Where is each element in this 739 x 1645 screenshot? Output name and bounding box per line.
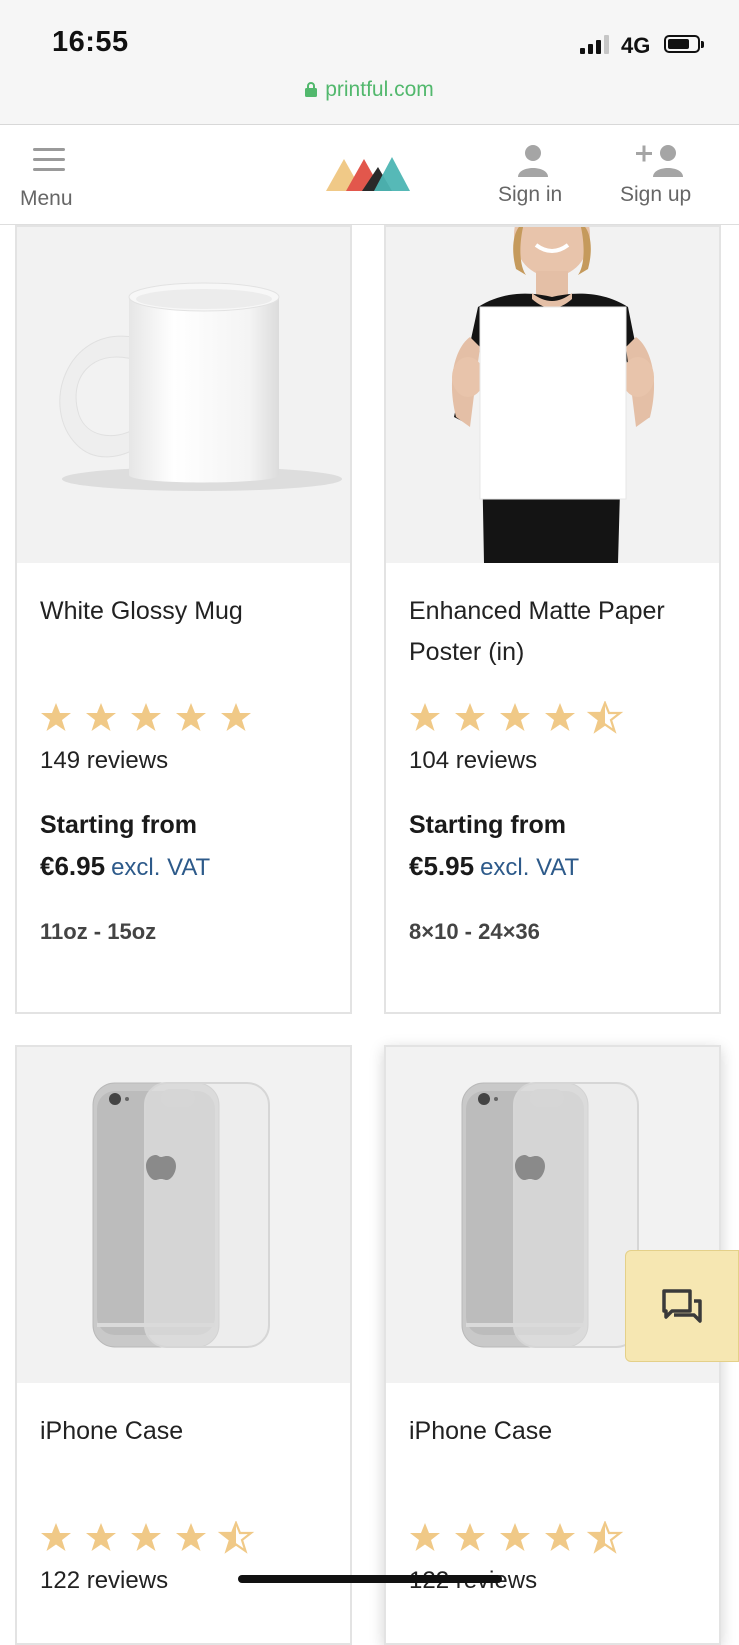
stars-svg [41,703,251,731]
size-range: 8×10 - 24×36 [409,919,540,944]
star-full-icon [455,1523,485,1551]
star-full-icon [221,703,251,731]
rating-stars [409,700,639,737]
review-count: 149 reviews [40,747,169,774]
star-full-icon [41,703,71,731]
network-type: 4G [621,33,651,58]
product-name[interactable]: Enhanced Matte Paper Poster (in) [409,591,689,673]
printful-logo[interactable] [326,153,410,193]
star-full-icon [545,703,575,731]
product-image-iphone-case [17,1047,350,1383]
stars-svg [41,1520,255,1554]
rating-stars [40,1520,270,1557]
url-bar[interactable]: printful.com [0,78,739,103]
star-full-icon [176,703,206,731]
chat-bubbles-icon [662,1289,704,1332]
product-image-mug [17,227,350,563]
browser-top-bar: 16:55 4G printful.com [0,0,739,125]
starting-from-label: Starting from [409,811,566,839]
user-icon [516,143,550,182]
product-name[interactable]: White Glossy Mug [40,591,320,632]
chat-button[interactable] [625,1250,739,1362]
site-header: Menu Sign in Sign up [0,125,739,225]
star-full-icon [41,1523,71,1551]
star-full-icon [131,1523,161,1551]
price: €6.95 excl. VAT [40,851,210,882]
product-card-poster[interactable]: Enhanced Matte Paper Poster (in) 104 rev… [384,225,721,1014]
hamburger-icon [33,148,65,172]
starting-from-label: Starting from [40,811,197,839]
sign-in-label: Sign in [498,183,563,206]
product-name[interactable]: iPhone Case [409,1411,689,1452]
product-card-mug[interactable]: White Glossy Mug 149 reviews Starting fr… [15,225,352,1014]
stars-svg [410,700,624,734]
status-time: 16:55 [52,26,129,58]
sign-up-button[interactable]: Sign up [616,143,706,215]
user-plus-icon [636,143,684,182]
star-full-icon [455,703,485,731]
product-name[interactable]: iPhone Case [40,1411,320,1452]
menu-label: Menu [20,187,73,210]
rating-stars [409,1520,639,1557]
star-full-icon [86,703,116,731]
vat-label: excl. VAT [111,854,211,881]
star-full-icon [500,1523,530,1551]
url-text: printful.com [325,78,434,101]
sign-in-button[interactable]: Sign in [498,143,578,215]
price: €5.95 excl. VAT [409,851,579,882]
menu-button[interactable]: Menu [20,145,80,215]
stars-svg [410,1520,624,1554]
battery-icon [664,35,704,53]
product-image-poster [386,227,719,563]
sign-up-label: Sign up [620,183,692,206]
price-value: €6.95 [40,851,106,881]
star-full-icon [545,1523,575,1551]
star-full-icon [86,1523,116,1551]
star-full-icon [410,703,440,731]
star-full-icon [500,703,530,731]
home-indicator [238,1575,502,1583]
review-count: 104 reviews [409,747,538,774]
signal-strength-icon [580,34,614,54]
size-range: 11oz - 15oz [40,919,157,944]
product-card-iphone-case[interactable]: iPhone Case 122 reviews [15,1045,352,1645]
rating-stars [40,701,270,737]
lock-icon [305,79,318,103]
vat-label: excl. VAT [480,854,580,881]
star-full-icon [131,703,161,731]
star-full-icon [176,1523,206,1551]
review-count: 122 reviews [40,1567,169,1594]
price-value: €5.95 [409,851,475,881]
star-full-icon [410,1523,440,1551]
